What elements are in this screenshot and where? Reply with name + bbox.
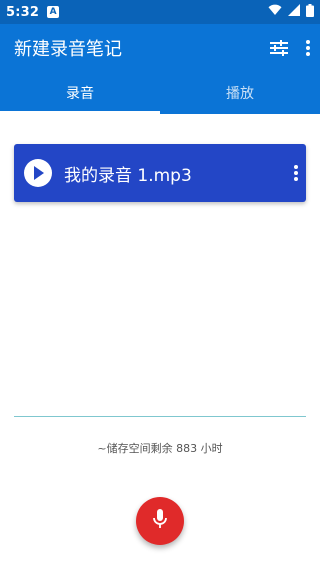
tab-bar: 录音 播放 (0, 72, 320, 114)
more-vert-icon[interactable] (306, 40, 310, 56)
storage-remaining: ~储存空间剩余 883 小时 (97, 442, 223, 455)
battery-icon (306, 3, 314, 21)
record-button[interactable] (136, 497, 184, 545)
play-icon[interactable] (24, 159, 52, 187)
tab-record[interactable]: 录音 (0, 72, 160, 114)
divider (14, 416, 306, 417)
recording-more-icon[interactable] (294, 165, 298, 181)
app-bar: 新建录音笔记 (0, 24, 320, 72)
page-title: 新建录音笔记 (14, 39, 122, 60)
status-icons (268, 3, 314, 21)
status-time: 5:32 (6, 4, 40, 20)
tune-icon[interactable] (270, 40, 288, 56)
signal-icon (288, 4, 300, 20)
status-bar: 5:32 A (0, 0, 320, 24)
tab-playback[interactable]: 播放 (160, 72, 320, 114)
mic-icon (153, 509, 167, 533)
recording-item[interactable]: 我的录音 1.mp3 (14, 144, 306, 202)
recording-name: 我的录音 1.mp3 (64, 165, 192, 186)
wifi-icon (268, 4, 282, 20)
notification-badge: A (47, 6, 60, 18)
